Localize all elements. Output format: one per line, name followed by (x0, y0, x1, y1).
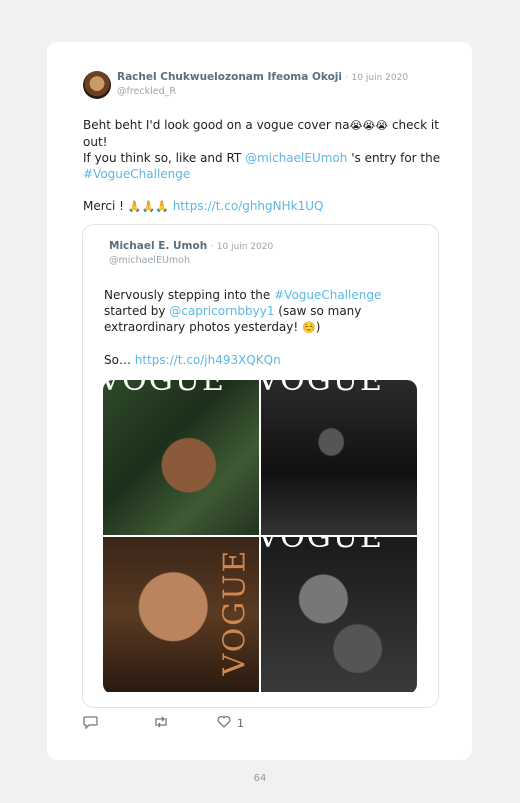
close-paren: ) (315, 320, 321, 334)
vogue-logo: VOGUE (261, 537, 384, 555)
separator: · (345, 73, 349, 83)
quoted-line-4: So… (104, 353, 135, 367)
tweet-date[interactable]: 10 juin 2020 (352, 73, 409, 83)
tweet-line-2: If you think so, like and RT (83, 151, 246, 165)
quoted-url-link[interactable]: https://t.co/jh493XQKQn (135, 353, 281, 367)
author-handle[interactable]: @freckled_R (117, 86, 176, 97)
quoted-text: Nervously stepping into the #VogueChalle… (104, 287, 404, 368)
like-button[interactable]: 1 (217, 715, 244, 731)
quoted-author-handle[interactable]: @michaelEUmoh (109, 255, 190, 266)
quoted-line-2: started by (104, 304, 170, 318)
quoted-mention-link[interactable]: @capricornbbyy1 (169, 304, 274, 318)
tweet-header: Rachel Chukwuelozonam Ifeoma Okoji · 10 … (117, 71, 408, 98)
quoted-tweet[interactable]: Michael E. Umoh · 10 juin 2020 @michaelE… (82, 224, 439, 708)
crying-emoji: 😭😭😭 (349, 119, 389, 132)
tweet-line-1: Beht beht I'd look good on a vogue cover… (83, 118, 350, 132)
tweet-url-link[interactable]: https://t.co/ghhgNHk1UQ (169, 199, 324, 213)
tweet-line-4: Merci ! (83, 199, 128, 213)
separator: · (210, 242, 214, 252)
tweet-card: Rachel Chukwuelozonam Ifeoma Okoji · 10 … (47, 42, 472, 760)
like-count: 1 (237, 716, 244, 730)
photo-4[interactable]: VOGUE (261, 537, 417, 692)
author-name[interactable]: Rachel Chukwuelozonam Ifeoma Okoji (117, 71, 342, 83)
vogue-logo: VOGUE (103, 380, 226, 398)
vogue-logo: VOGUE (261, 380, 384, 398)
vogue-logo: VOGUE (217, 548, 253, 676)
photo-1[interactable]: VOGUE (103, 380, 259, 535)
tweet-actions: 1 (83, 714, 244, 732)
mention-link[interactable]: @michaelEUmoh (245, 151, 347, 165)
tweet-line-2-end: 's entry for the (347, 151, 441, 165)
photo-2[interactable]: VOGUE (261, 380, 417, 535)
retweet-button[interactable] (153, 715, 217, 732)
quoted-line-3: extraordinary photos yesterday! (104, 320, 303, 334)
reply-icon (83, 715, 98, 732)
quoted-date[interactable]: 10 juin 2020 (217, 242, 274, 252)
tweet-text: Beht beht I'd look good on a vogue cover… (83, 117, 443, 215)
quoted-header: Michael E. Umoh · 10 juin 2020 @michaelE… (109, 240, 273, 267)
praying-hands-emoji: 🙏🙏🙏 (127, 200, 169, 213)
avatar[interactable] (83, 71, 111, 99)
quoted-author-name[interactable]: Michael E. Umoh (109, 240, 207, 252)
retweet-icon (153, 715, 169, 732)
reply-button[interactable] (83, 715, 153, 732)
heart-icon (217, 715, 231, 731)
quoted-line-1: Nervously stepping into the (104, 288, 275, 302)
page-number: 64 (253, 773, 267, 784)
photo-3[interactable]: VOGUE (103, 537, 259, 692)
quoted-hashtag-link[interactable]: #VogueChallenge (274, 288, 381, 302)
quoted-line-2-end: (saw so many (274, 304, 362, 318)
hashtag-link[interactable]: #VogueChallenge (83, 167, 190, 181)
smiling-emoji: ☺️ (302, 321, 316, 334)
photo-grid: VOGUE VOGUE VOGUE VOGUE (103, 380, 417, 694)
